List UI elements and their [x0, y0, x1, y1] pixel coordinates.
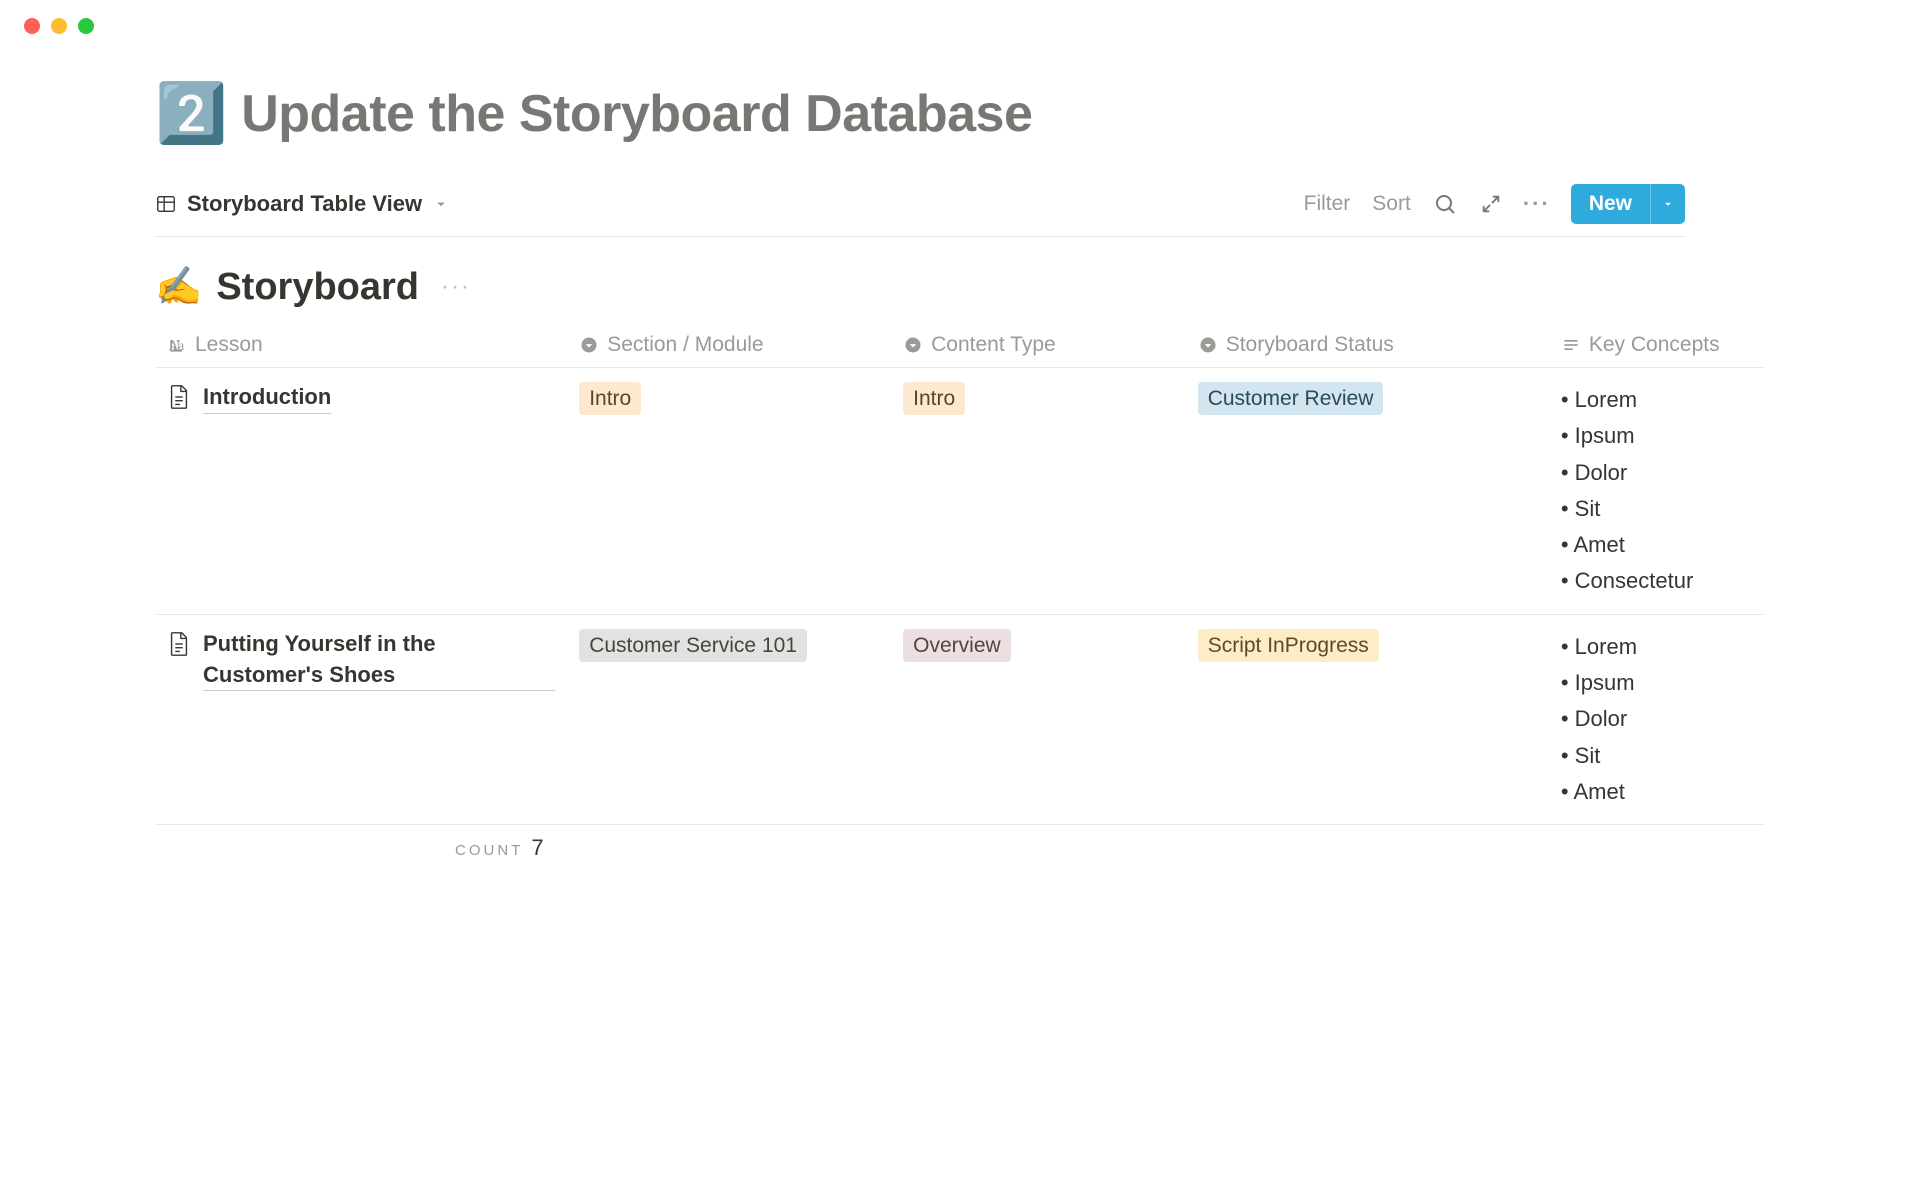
- page-icon: [167, 384, 191, 410]
- column-label: Section / Module: [607, 333, 763, 357]
- more-options-button[interactable]: ···: [1525, 192, 1549, 216]
- cell-lesson[interactable]: Introduction: [155, 368, 567, 614]
- database-title-row: ✍️ Storyboard ···: [155, 265, 1920, 309]
- cell-lesson[interactable]: Putting Yourself in the Customer's Shoes: [155, 615, 567, 824]
- select-property-icon: [903, 335, 923, 355]
- column-label: Lesson: [195, 333, 263, 357]
- column-header-status[interactable]: Storyboard Status: [1186, 323, 1549, 367]
- view-name: Storyboard Table View: [187, 191, 422, 217]
- section-tag: Customer Service 101: [579, 629, 807, 662]
- cell-concepts[interactable]: • Lorem• Ipsum• Dolor• Sit• Amet: [1549, 615, 1765, 824]
- close-window-button[interactable]: [24, 18, 40, 34]
- chevron-down-icon: [432, 195, 450, 213]
- dots-icon: ···: [1523, 191, 1551, 217]
- cell-status[interactable]: Script InProgress: [1186, 615, 1549, 824]
- table-row[interactable]: Introduction Intro Intro Customer Review • L…: [155, 368, 1765, 615]
- table-header-row: Aa Lesson Section / Module Content Type …: [155, 323, 1765, 368]
- sort-button[interactable]: Sort: [1372, 192, 1411, 216]
- table-footer: COUNT 7: [155, 825, 1685, 861]
- column-label: Content Type: [931, 333, 1056, 357]
- view-switcher[interactable]: Storyboard Table View: [155, 191, 450, 217]
- concepts-list: • Lorem• Ipsum• Dolor• Sit• Amet: [1561, 629, 1753, 810]
- content-type-tag: Intro: [903, 382, 965, 415]
- chevron-down-icon: [1661, 197, 1675, 211]
- cell-content-type[interactable]: Intro: [891, 368, 1186, 614]
- concepts-list: • Lorem• Ipsum• Dolor• Sit• Amet• Consec…: [1561, 382, 1753, 600]
- count-label: COUNT: [455, 842, 523, 859]
- table-row[interactable]: Putting Yourself in the Customer's Shoes…: [155, 615, 1765, 825]
- database-more-button[interactable]: ···: [441, 273, 471, 301]
- count-aggregate[interactable]: COUNT 7: [455, 835, 544, 861]
- expand-icon: [1480, 193, 1502, 215]
- lesson-link[interactable]: Putting Yourself in the Customer's Shoes: [203, 629, 555, 692]
- column-header-lesson[interactable]: Aa Lesson: [155, 323, 567, 367]
- cell-section[interactable]: Intro: [567, 368, 891, 614]
- new-button[interactable]: New: [1571, 184, 1650, 224]
- section-tag: Intro: [579, 382, 641, 415]
- page-emoji-icon[interactable]: 2️⃣: [155, 85, 227, 143]
- status-tag: Customer Review: [1198, 382, 1384, 415]
- column-label: Key Concepts: [1589, 333, 1720, 357]
- storyboard-table: Aa Lesson Section / Module Content Type …: [155, 323, 1765, 825]
- column-header-content-type[interactable]: Content Type: [891, 323, 1186, 367]
- select-property-icon: [1198, 335, 1218, 355]
- text-property-icon: [1561, 335, 1581, 355]
- expand-button[interactable]: [1479, 192, 1503, 216]
- view-toolbar: Storyboard Table View Filter Sort ··· Ne…: [155, 184, 1685, 237]
- column-label: Storyboard Status: [1226, 333, 1394, 357]
- database-emoji-icon[interactable]: ✍️: [155, 265, 202, 309]
- new-button-group: New: [1571, 184, 1685, 224]
- search-button[interactable]: [1433, 192, 1457, 216]
- maximize-window-button[interactable]: [78, 18, 94, 34]
- column-header-concepts[interactable]: Key Concepts: [1549, 323, 1765, 367]
- page-icon: [167, 631, 191, 657]
- status-tag: Script InProgress: [1198, 629, 1379, 662]
- lesson-link[interactable]: Introduction: [203, 382, 331, 414]
- count-value: 7: [531, 835, 543, 861]
- svg-text:Aa: Aa: [169, 338, 185, 353]
- window-traffic-lights: [0, 0, 1920, 34]
- page-title-text[interactable]: Update the Storyboard Database: [241, 84, 1032, 144]
- filter-button[interactable]: Filter: [1304, 192, 1351, 216]
- new-button-dropdown[interactable]: [1650, 184, 1685, 224]
- search-icon: [1433, 192, 1457, 216]
- select-property-icon: [579, 335, 599, 355]
- page-title: 2️⃣ Update the Storyboard Database: [155, 84, 1920, 144]
- table-icon: [155, 193, 177, 215]
- minimize-window-button[interactable]: [51, 18, 67, 34]
- title-property-icon: Aa: [167, 335, 187, 355]
- cell-status[interactable]: Customer Review: [1186, 368, 1549, 614]
- database-name[interactable]: Storyboard: [216, 266, 419, 309]
- content-type-tag: Overview: [903, 629, 1011, 662]
- column-header-section[interactable]: Section / Module: [567, 323, 891, 367]
- cell-concepts[interactable]: • Lorem• Ipsum• Dolor• Sit• Amet• Consec…: [1549, 368, 1765, 614]
- cell-section[interactable]: Customer Service 101: [567, 615, 891, 824]
- cell-content-type[interactable]: Overview: [891, 615, 1186, 824]
